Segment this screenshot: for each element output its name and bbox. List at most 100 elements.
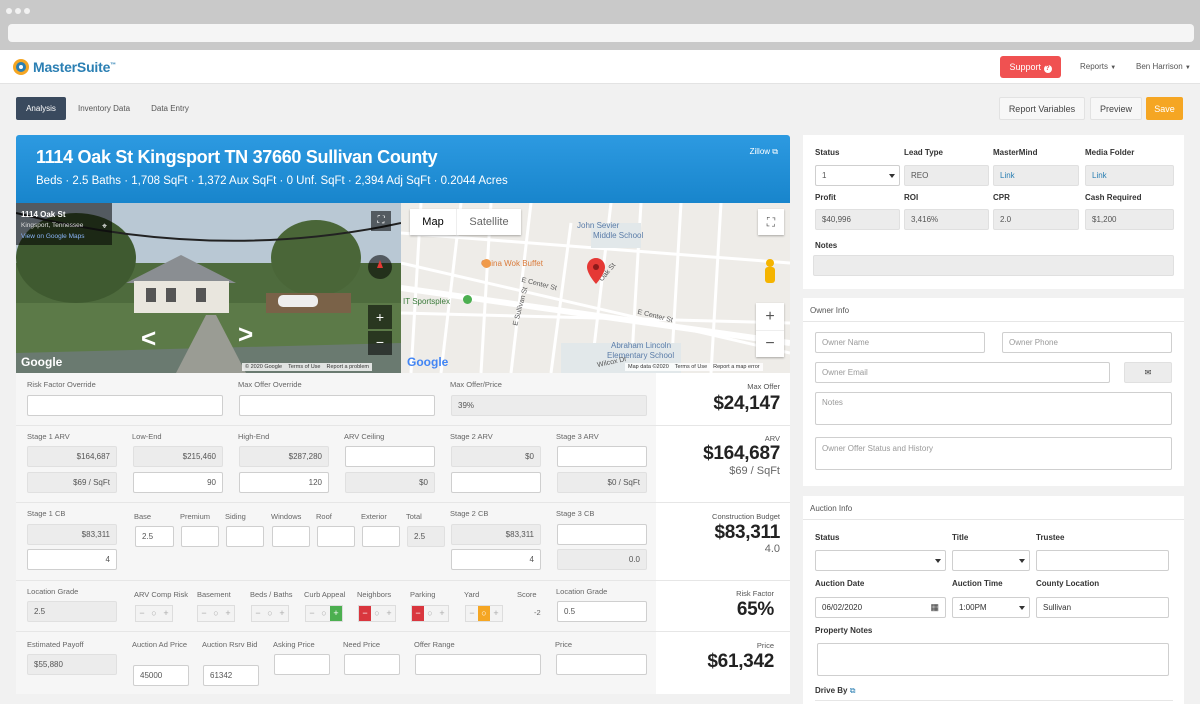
auction-ad-price-input[interactable]: 45000: [133, 665, 189, 686]
support-button[interactable]: Support ?: [1000, 56, 1061, 78]
minus-icon[interactable]: −: [359, 606, 371, 621]
notes-field[interactable]: [813, 255, 1174, 276]
county-location-input[interactable]: Sullivan: [1036, 597, 1169, 618]
owner-phone-input[interactable]: Owner Phone: [1002, 332, 1172, 353]
stage1-cb-input[interactable]: 4: [27, 549, 117, 570]
plus-icon[interactable]: +: [222, 606, 234, 621]
circle-icon[interactable]: ○: [148, 606, 160, 621]
external-link-icon[interactable]: ⧉: [850, 686, 856, 695]
base-input[interactable]: 2.5: [135, 526, 174, 547]
minus-icon[interactable]: −: [136, 606, 148, 621]
minus-icon[interactable]: −: [306, 606, 318, 621]
owner-offer-history-input[interactable]: Owner Offer Status and History: [815, 437, 1172, 470]
minus-icon[interactable]: −: [198, 606, 210, 621]
report-map-error-link[interactable]: Report a map error: [713, 364, 759, 370]
low-end-percent-input[interactable]: 90: [133, 472, 223, 493]
mastermind-link[interactable]: Link: [993, 165, 1079, 186]
terms-link[interactable]: Terms of Use: [288, 364, 320, 370]
plus-icon[interactable]: +: [276, 606, 288, 621]
minus-icon[interactable]: −: [412, 606, 424, 621]
circle-icon[interactable]: ○: [478, 606, 490, 621]
media-folder-link[interactable]: Link: [1085, 165, 1174, 186]
parking-stepper[interactable]: − ○ +: [411, 605, 449, 622]
property-notes-input[interactable]: [817, 643, 1169, 676]
curb-appeal-stepper[interactable]: − ○ +: [305, 605, 343, 622]
circle-icon[interactable]: ○: [264, 606, 276, 621]
zoom-out-icon[interactable]: −: [756, 330, 784, 357]
minus-icon[interactable]: −: [466, 606, 478, 621]
trustee-input[interactable]: [1036, 550, 1169, 571]
circle-icon[interactable]: ○: [210, 606, 222, 621]
need-price-input[interactable]: [344, 654, 400, 675]
email-button[interactable]: ✉: [1124, 362, 1172, 383]
neighbors-stepper[interactable]: − ○ +: [358, 605, 396, 622]
preview-button[interactable]: Preview: [1090, 97, 1142, 120]
nav-arrow-right-icon[interactable]: >: [238, 319, 253, 350]
pegman-icon[interactable]: [762, 259, 778, 285]
fullscreen-icon[interactable]: ⛶: [371, 211, 391, 231]
report-variables-button[interactable]: Report Variables: [999, 97, 1085, 120]
yard-stepper[interactable]: − ○ +: [465, 605, 503, 622]
tab-analysis[interactable]: Analysis: [16, 97, 66, 120]
basement-stepper[interactable]: − ○ +: [197, 605, 235, 622]
brand-logo[interactable]: MasterSuite™: [33, 59, 116, 75]
owner-notes-input[interactable]: Notes: [815, 392, 1172, 425]
address-bar[interactable]: [8, 24, 1194, 42]
arv-ceiling-input[interactable]: [345, 446, 435, 467]
circle-icon[interactable]: ○: [318, 606, 330, 621]
owner-name-input[interactable]: Owner Name: [815, 332, 985, 353]
price-input[interactable]: [556, 654, 647, 675]
stage3-cb-input[interactable]: [557, 524, 647, 545]
zoom-in-icon[interactable]: +: [756, 303, 784, 330]
map-view[interactable]: Map Satellite John Sevier Middle School …: [401, 203, 790, 373]
auction-date-input[interactable]: 06/02/2020 ▦: [815, 597, 946, 618]
roof-input[interactable]: [317, 526, 355, 547]
zoom-in-icon[interactable]: +: [368, 305, 392, 329]
terms-link[interactable]: Terms of Use: [675, 364, 707, 370]
plus-icon[interactable]: +: [160, 606, 172, 621]
premium-input[interactable]: [181, 526, 219, 547]
stage3-arv-input[interactable]: [557, 446, 647, 467]
zillow-link[interactable]: Zillow ⧉: [750, 147, 778, 157]
plus-icon[interactable]: +: [436, 606, 448, 621]
tab-inventory-data[interactable]: Inventory Data: [72, 97, 136, 120]
user-menu[interactable]: Ben Harrison ▼: [1136, 62, 1191, 71]
report-problem-link[interactable]: Report a problem: [327, 364, 370, 370]
reports-menu[interactable]: Reports ▼: [1080, 62, 1116, 71]
max-offer-override-input[interactable]: [239, 395, 435, 416]
plus-icon[interactable]: +: [490, 606, 502, 621]
risk-factor-override-input[interactable]: [27, 395, 223, 416]
map-type-map[interactable]: Map: [410, 209, 456, 235]
plus-icon[interactable]: +: [383, 606, 395, 621]
arv-comp-risk-stepper[interactable]: − ○ +: [135, 605, 173, 622]
location-grade-input[interactable]: 0.5: [557, 601, 647, 622]
calendar-icon[interactable]: ▦: [930, 598, 939, 617]
street-view[interactable]: 1114 Oak St Kingsport, Tennessee View on…: [16, 203, 401, 373]
compass-icon[interactable]: [368, 255, 392, 279]
auction-status-select[interactable]: [815, 550, 946, 571]
circle-icon[interactable]: ○: [371, 606, 383, 621]
status-select[interactable]: 1: [815, 165, 900, 186]
stage2-arv-input[interactable]: [451, 472, 541, 493]
tab-data-entry[interactable]: Data Entry: [142, 97, 198, 120]
view-on-google-maps-link[interactable]: View on Google Maps: [21, 233, 84, 240]
siding-input[interactable]: [226, 526, 264, 547]
owner-email-input[interactable]: Owner Email: [815, 362, 1110, 383]
auction-rsrv-bid-input[interactable]: 61342: [203, 665, 259, 686]
nav-arrow-left-icon[interactable]: <: [141, 323, 156, 354]
zoom-out-icon[interactable]: −: [368, 331, 392, 355]
fullscreen-icon[interactable]: ⛶: [758, 209, 784, 235]
offer-range-input[interactable]: [415, 654, 541, 675]
plus-icon[interactable]: +: [330, 606, 342, 621]
map-type-satellite[interactable]: Satellite: [456, 209, 521, 235]
circle-icon[interactable]: ○: [424, 606, 436, 621]
save-button[interactable]: Save: [1146, 97, 1183, 120]
minus-icon[interactable]: −: [252, 606, 264, 621]
beds-baths-stepper[interactable]: − ○ +: [251, 605, 289, 622]
asking-price-input[interactable]: [274, 654, 330, 675]
high-end-percent-input[interactable]: 120: [239, 472, 329, 493]
stage2-cb-input[interactable]: 4: [451, 549, 541, 570]
windows-input[interactable]: [272, 526, 310, 547]
map-marker-icon[interactable]: [587, 258, 605, 284]
exterior-input[interactable]: [362, 526, 400, 547]
